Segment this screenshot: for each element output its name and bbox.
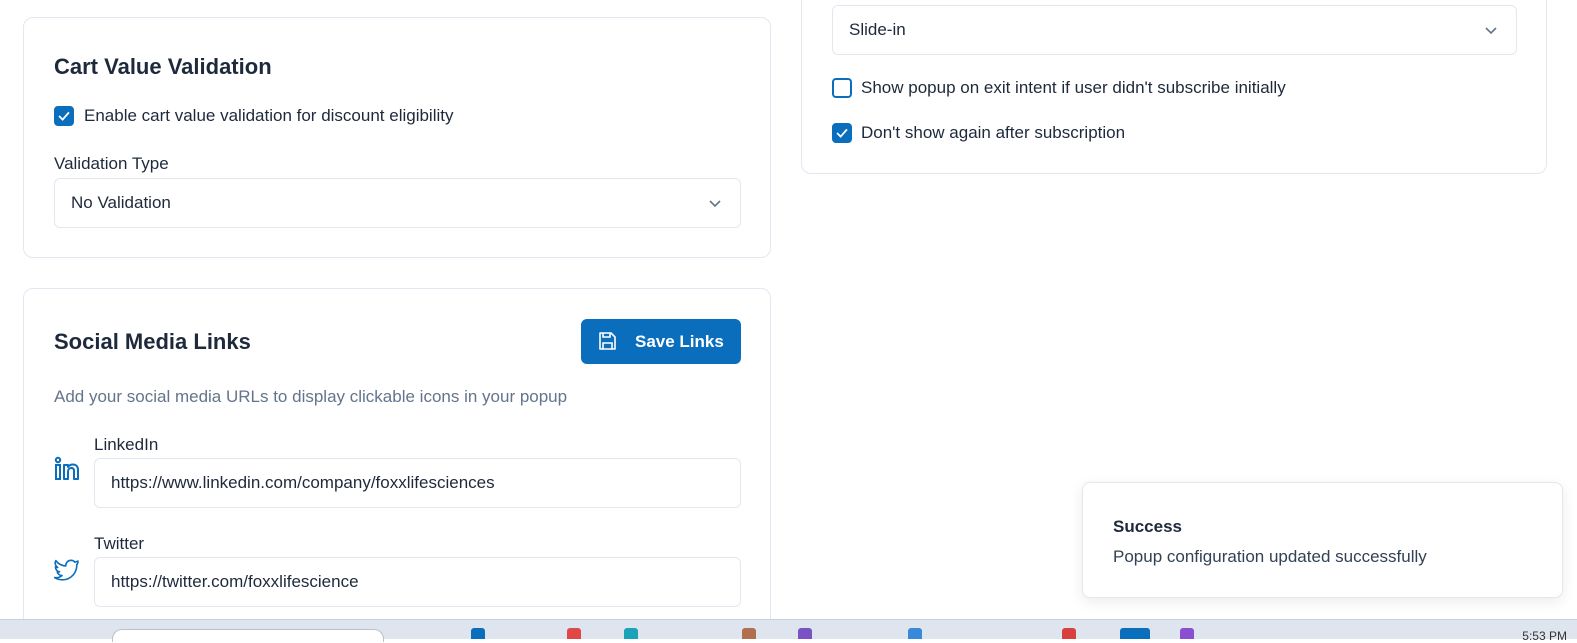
save-links-label: Save Links	[635, 332, 724, 351]
validation-type-select[interactable]: No Validation	[54, 178, 741, 228]
toast-message: Popup configuration updated successfully	[1113, 547, 1427, 566]
app-icon[interactable]	[908, 628, 922, 639]
app-icon[interactable]	[798, 628, 812, 639]
validation-type-value: No Validation	[71, 193, 171, 212]
social-links-description: Add your social media URLs to display cl…	[54, 387, 568, 406]
os-taskbar: 5:53 PM	[0, 619, 1577, 643]
dont-show-again-label: Don't show again after subscription	[861, 123, 1126, 142]
social-links-card: Social Media Links Save Links Add your s…	[23, 288, 771, 633]
save-icon	[599, 332, 616, 350]
dont-show-again-checkbox[interactable]	[832, 123, 852, 143]
cart-validation-card: Cart Value Validation Enable cart value …	[23, 17, 771, 258]
app-icon[interactable]	[1180, 628, 1194, 639]
app-icon[interactable]	[1120, 628, 1150, 639]
validation-type-label: Validation Type	[54, 154, 169, 173]
animation-select[interactable]: Slide-in	[832, 5, 1517, 55]
taskbar-search[interactable]	[112, 629, 384, 642]
chevron-down-icon	[1485, 27, 1497, 35]
twitter-label: Twitter	[94, 534, 145, 553]
twitter-url-value: https://twitter.com/foxxlifescience	[111, 572, 359, 591]
enable-cart-validation-checkbox[interactable]	[54, 106, 74, 126]
animation-select-value: Slide-in	[849, 20, 906, 39]
toast-title: Success	[1113, 517, 1182, 536]
app-icon[interactable]	[1062, 628, 1076, 639]
success-toast: Success Popup configuration updated succ…	[1082, 482, 1563, 598]
save-links-button[interactable]: Save Links	[581, 319, 741, 364]
twitter-url-input[interactable]: https://twitter.com/foxxlifescience	[94, 557, 741, 607]
app-icon[interactable]	[567, 628, 581, 639]
app-icon[interactable]	[471, 628, 485, 639]
exit-intent-label: Show popup on exit intent if user didn't…	[861, 78, 1286, 97]
check-icon	[836, 128, 848, 138]
app-icon[interactable]	[742, 628, 756, 639]
linkedin-url-value: https://www.linkedin.com/company/foxxlif…	[111, 473, 495, 492]
linkedin-url-input[interactable]: https://www.linkedin.com/company/foxxlif…	[94, 458, 741, 508]
twitter-icon	[54, 559, 79, 581]
check-icon	[58, 111, 70, 121]
exit-intent-checkbox[interactable]	[832, 78, 852, 98]
app-icon[interactable]	[624, 628, 638, 639]
chevron-down-icon	[709, 200, 721, 208]
enable-cart-validation-label: Enable cart value validation for discoun…	[84, 106, 454, 125]
social-links-title: Social Media Links	[54, 329, 251, 354]
linkedin-label: LinkedIn	[94, 435, 159, 454]
cart-validation-title: Cart Value Validation	[54, 54, 272, 79]
popup-behavior-card: Slide-in Show popup on exit intent if us…	[801, 0, 1547, 174]
linkedin-icon	[54, 456, 79, 480]
taskbar-clock: 5:53 PM	[1522, 629, 1567, 643]
